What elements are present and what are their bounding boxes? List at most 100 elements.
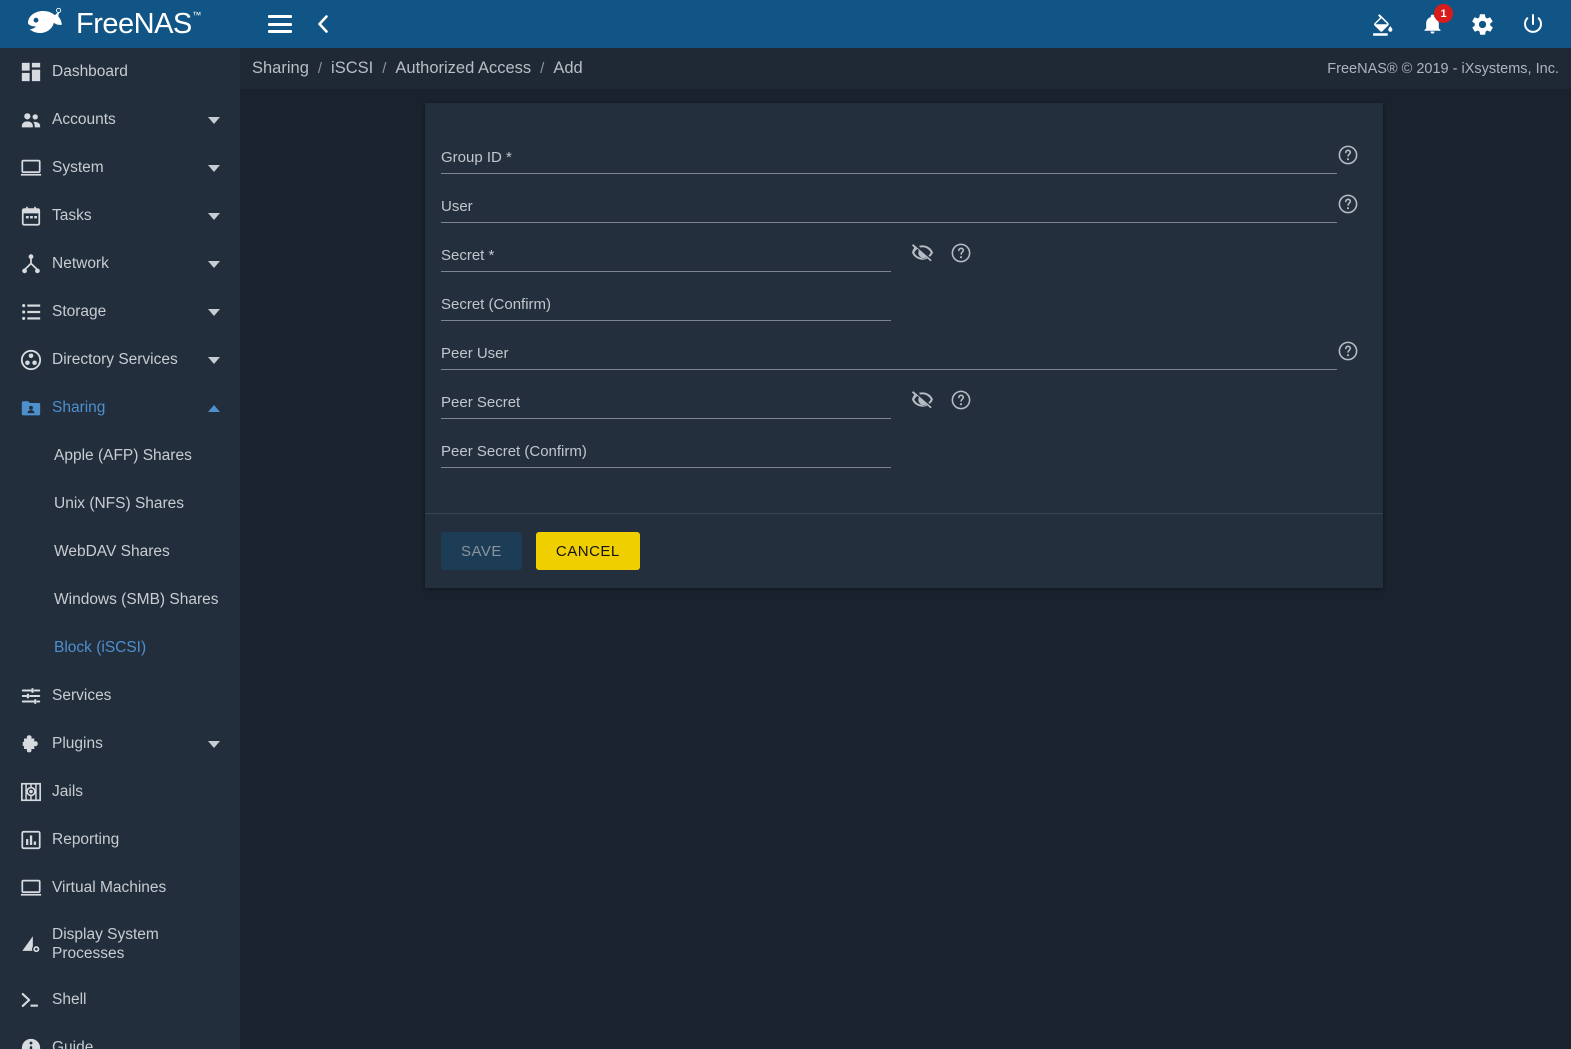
row-icon-group xyxy=(1337,340,1359,370)
sidebar-item-accounts[interactable]: Accounts xyxy=(0,96,240,144)
user-field[interactable]: User xyxy=(441,174,1337,223)
terminal-icon xyxy=(10,989,52,1011)
topbar-right-controls: 1 xyxy=(1370,4,1571,37)
help-circle-icon[interactable] xyxy=(1337,340,1359,362)
secret-confirm-input[interactable] xyxy=(441,272,891,320)
peer-secret-confirm-input[interactable] xyxy=(441,419,891,467)
breadcrumb: Sharing / iSCSI / Authorized Access / Add xyxy=(250,59,585,78)
breadcrumb-item-sharing[interactable]: Sharing xyxy=(250,59,311,78)
paint-bucket-icon[interactable] xyxy=(1370,12,1395,37)
sidebar-subitem-webdav-shares[interactable]: WebDAV Shares xyxy=(0,528,240,576)
chevron-down-icon[interactable] xyxy=(208,308,220,316)
sidebar-item-display-system-processes[interactable]: Display System Processes xyxy=(0,912,240,976)
sidebar-item-label: Display System Processes xyxy=(52,925,159,962)
sidebar-item-system[interactable]: System xyxy=(0,144,240,192)
puzzle-icon xyxy=(10,733,52,755)
chevron-up-icon[interactable] xyxy=(208,404,220,412)
sidebar-item-label: Directory Services xyxy=(52,351,178,369)
sidebar-item-label: Plugins xyxy=(52,735,103,753)
chevron-down-icon[interactable] xyxy=(208,260,220,268)
storage-list-icon xyxy=(10,301,52,323)
sidebar-item-guide[interactable]: Guide xyxy=(0,1024,240,1049)
copyright-text: FreeNAS® © 2019 - iXsystems, Inc. xyxy=(1327,60,1559,77)
help-circle-icon[interactable] xyxy=(1337,144,1359,166)
chevron-down-icon[interactable] xyxy=(208,740,220,748)
chevron-down-icon[interactable] xyxy=(208,116,220,124)
breadcrumb-item-add: Add xyxy=(553,59,583,77)
sidebar-item-virtual-machines[interactable]: Virtual Machines xyxy=(0,864,240,912)
top-app-bar: FreeNAS ™ 1 xyxy=(0,0,1571,48)
peer-user-input[interactable] xyxy=(441,321,1337,369)
sidebar-item-directory-services[interactable]: Directory Services xyxy=(0,336,240,384)
form-row: User xyxy=(441,174,1367,223)
help-circle-icon[interactable] xyxy=(950,242,972,264)
breadcrumb-item-authorized-access[interactable]: Authorized Access xyxy=(393,59,533,78)
sidebar-item-services[interactable]: Services xyxy=(0,672,240,720)
row-icon-group xyxy=(1337,144,1359,174)
group-id-field[interactable]: Group ID * xyxy=(441,125,1337,174)
help-circle-icon[interactable] xyxy=(1337,193,1359,215)
peer-secret-input[interactable] xyxy=(441,370,891,418)
sidebar-item-sharing[interactable]: Sharing xyxy=(0,384,240,432)
sidebar-subitem-unix-nfs-shares[interactable]: Unix (NFS) Shares xyxy=(0,480,240,528)
dashboard-icon xyxy=(10,61,52,83)
sidebar-item-jails[interactable]: Jails xyxy=(0,768,240,816)
eye-off-icon[interactable] xyxy=(911,241,934,264)
sidebar-item-shell[interactable]: Shell xyxy=(0,976,240,1024)
eye-off-icon[interactable] xyxy=(911,388,934,411)
sidebar-item-label: Storage xyxy=(52,303,107,321)
sidebar-navigation: Dashboard Accounts System Tasks Network Stora… xyxy=(0,48,240,1049)
network-tree-icon xyxy=(10,253,52,275)
sidebar-item-label: System xyxy=(52,159,104,177)
sidebar-subitem-windows-smb-shares[interactable]: Windows (SMB) Shares xyxy=(0,576,240,624)
chevron-left-icon[interactable] xyxy=(314,13,332,35)
peer-secret-confirm-field[interactable]: Peer Secret (Confirm) xyxy=(441,419,891,468)
sidebar-item-reporting[interactable]: Reporting xyxy=(0,816,240,864)
sidebar-item-tasks[interactable]: Tasks xyxy=(0,192,240,240)
sidebar-item-network[interactable]: Network xyxy=(0,240,240,288)
power-icon[interactable] xyxy=(1521,12,1545,36)
cancel-button[interactable]: CANCEL xyxy=(535,532,640,570)
brand-name: FreeNAS ™ xyxy=(76,7,201,40)
user-input[interactable] xyxy=(441,174,1337,222)
save-button[interactable]: SAVE xyxy=(441,532,522,570)
gear-icon[interactable] xyxy=(1470,12,1495,37)
peer-user-field[interactable]: Peer User xyxy=(441,321,1337,370)
hamburger-menu-icon[interactable] xyxy=(268,15,292,33)
sidebar-item-label: Virtual Machines xyxy=(52,879,167,897)
secret-confirm-field[interactable]: Secret (Confirm) xyxy=(441,272,891,321)
secret-field[interactable]: Secret * xyxy=(441,223,891,272)
group-id-input[interactable] xyxy=(441,125,1337,173)
chevron-down-icon[interactable] xyxy=(208,356,220,364)
brand-logo-area[interactable]: FreeNAS ™ xyxy=(0,0,240,48)
chevron-down-icon[interactable] xyxy=(208,164,220,172)
form-row: Group ID * xyxy=(441,125,1367,174)
sidebar-item-plugins[interactable]: Plugins xyxy=(0,720,240,768)
form-actions: SAVE CANCEL xyxy=(425,514,1383,588)
breadcrumb-separator: / xyxy=(317,60,323,77)
sidebar-subitem-block-iscsi[interactable]: Block (iSCSI) xyxy=(0,624,240,672)
bar-chart-icon xyxy=(10,829,52,851)
sidebar-item-label: Dashboard xyxy=(52,63,128,81)
calendar-icon xyxy=(10,205,52,227)
peer-secret-field[interactable]: Peer Secret xyxy=(441,370,891,419)
secret-input[interactable] xyxy=(441,223,891,271)
freenas-fish-logo-icon xyxy=(22,7,66,41)
row-icon-group xyxy=(1337,193,1359,223)
sharing-card-icon xyxy=(10,397,52,419)
chevron-down-icon[interactable] xyxy=(208,212,220,220)
help-circle-icon[interactable] xyxy=(950,389,972,411)
sidebar-item-label: Network xyxy=(52,255,109,273)
monitor-icon xyxy=(10,877,52,899)
sidebar-item-dashboard[interactable]: Dashboard xyxy=(0,48,240,96)
breadcrumb-item-iscsi[interactable]: iSCSI xyxy=(329,59,375,78)
sidebar-item-label: Shell xyxy=(52,991,87,1009)
trademark-mark: ™ xyxy=(192,9,201,20)
sidebar-item-storage[interactable]: Storage xyxy=(0,288,240,336)
form-fields-container: Group ID * User Secret * Secret (Confirm) Pe… xyxy=(425,103,1383,513)
sidebar-subitem-apple-afp-shares[interactable]: Apple (AFP) Shares xyxy=(0,432,240,480)
form-row: Peer Secret xyxy=(441,370,1367,419)
row-icon-group xyxy=(911,241,972,272)
breadcrumb-separator: / xyxy=(540,60,545,77)
sliders-icon xyxy=(10,685,52,707)
